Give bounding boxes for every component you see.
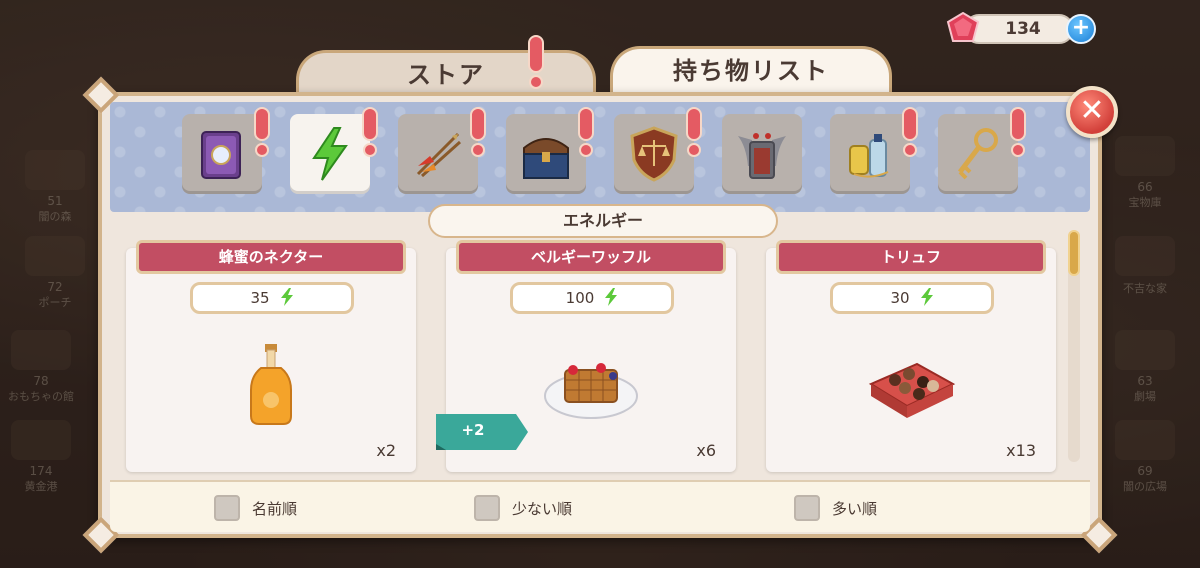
exclamation-alert-icon (686, 107, 702, 157)
category-frame[interactable] (722, 114, 802, 194)
justice-shield-icon (630, 126, 678, 182)
add-gems-button[interactable]: + (1066, 14, 1096, 44)
item-card-truffle[interactable]: トリュフ 30 x13 (766, 240, 1056, 472)
item-name: トリュフ (776, 240, 1046, 274)
category-chest[interactable] (506, 114, 586, 194)
truffle-box-image (868, 362, 956, 418)
exclamation-alert-icon (578, 107, 594, 157)
item-energy-value: 30 (830, 282, 994, 314)
bonus-amount: +2 (461, 421, 485, 439)
ruby-gem-icon (946, 12, 980, 42)
category-spellbook[interactable] (182, 114, 262, 194)
exclamation-alert-icon (902, 107, 918, 157)
honey-nectar-bottle-image (250, 344, 292, 425)
item-name: 蜂蜜のネクター (136, 240, 406, 274)
spellbook-icon (201, 131, 241, 179)
energy-amount: 30 (890, 289, 910, 307)
sort-options-bar: 名前順 少ない順 多い順 (110, 480, 1090, 532)
category-potions[interactable] (830, 114, 910, 194)
feather-arrows-icon (416, 132, 462, 178)
exclamation-alert-icon (254, 107, 270, 157)
category-keys[interactable] (938, 114, 1018, 194)
category-bar (110, 102, 1090, 212)
sort-label: 少ない順 (512, 500, 573, 518)
item-quantity: x13 (1006, 441, 1036, 460)
energy-bolt-icon (280, 288, 293, 306)
item-energy-value: 100 (510, 282, 674, 314)
category-arrows[interactable] (398, 114, 478, 194)
item-quantity: x6 (696, 441, 716, 460)
exclamation-alert-icon (362, 107, 378, 157)
sort-checkbox[interactable] (794, 495, 820, 521)
winged-frame-icon (738, 133, 786, 179)
sort-checkbox[interactable] (474, 495, 500, 521)
sort-label: 名前順 (252, 500, 298, 518)
category-shield[interactable] (614, 114, 694, 194)
potion-bottles-icon (849, 134, 889, 178)
golden-key-icon (958, 128, 998, 180)
exclamation-alert-icon (528, 35, 544, 89)
bonus-ribbon: +2 (436, 414, 528, 450)
item-quantity: x2 (376, 441, 396, 460)
item-energy-value: 35 (190, 282, 354, 314)
belgian-waffle-plate-image (544, 363, 638, 419)
energy-bolt-icon (605, 288, 618, 306)
exclamation-alert-icon (470, 107, 486, 157)
energy-bolt-icon (920, 288, 933, 306)
exclamation-alert-icon (1010, 107, 1026, 157)
treasure-chest-icon (523, 138, 569, 179)
scrollbar-thumb[interactable] (1068, 230, 1080, 276)
gem-currency-counter: 134 + (946, 10, 1096, 46)
energy-bolt-icon (312, 127, 348, 181)
item-card-belgian-waffle[interactable]: ベルギーワッフル 100 +2 x6 (436, 240, 736, 472)
category-energy[interactable] (290, 114, 370, 194)
energy-amount: 35 (250, 289, 270, 307)
category-title: エネルギー (428, 204, 778, 238)
energy-amount: 100 (565, 289, 595, 307)
item-scrollbar[interactable] (1068, 230, 1080, 462)
sort-label: 多い順 (832, 500, 878, 518)
gem-amount: 134 (1005, 19, 1041, 39)
item-name: ベルギーワッフル (456, 240, 726, 274)
item-card-honey-nectar[interactable]: 蜂蜜のネクター 35 x2 (126, 240, 416, 472)
inventory-panel: エネルギー 蜂蜜のネクター 35 x2 ベルギーワッフル 100 +2 x6 ト… (82, 76, 1118, 554)
sort-checkbox[interactable] (214, 495, 240, 521)
close-button[interactable]: ✕ (1066, 86, 1118, 138)
